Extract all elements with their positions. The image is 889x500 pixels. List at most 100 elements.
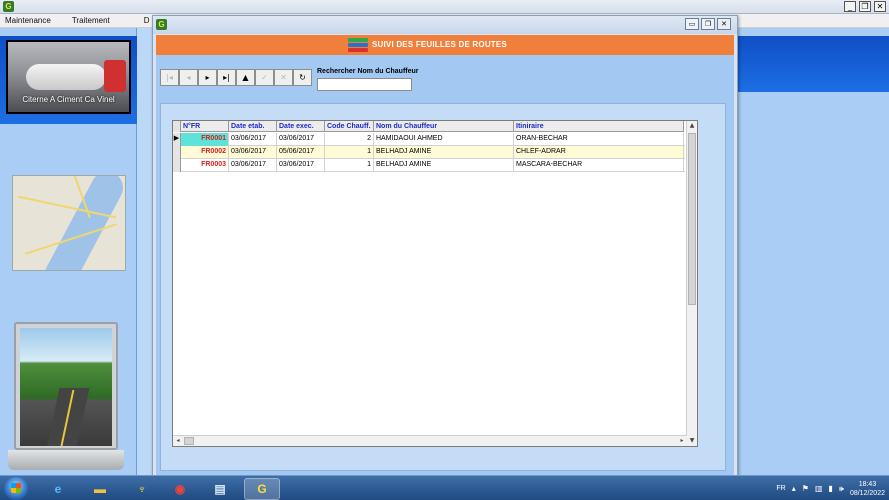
table-cell[interactable]: 1 xyxy=(325,159,374,172)
restore-icon[interactable]: ❐ xyxy=(859,1,871,12)
close-icon[interactable]: ✕ xyxy=(717,18,731,30)
cancel-record-icon[interactable]: ✕ xyxy=(274,69,293,86)
search-label: Rechercher Nom du Chauffeur xyxy=(317,68,419,75)
table-cell[interactable]: CHLEF-ADRAR xyxy=(514,146,684,159)
language-indicator[interactable]: FR xyxy=(776,485,785,492)
column-header[interactable]: Itiniraire xyxy=(514,121,684,132)
tanker-body xyxy=(26,64,106,90)
network-icon[interactable]: ▥ xyxy=(815,484,823,493)
app-title-bar: G _ ❐ ✕ xyxy=(0,0,889,14)
search-driver-input[interactable] xyxy=(317,78,412,91)
form-client-area: SUIVI DES FEUILLES DE ROUTES |◂ ◂ ▸ ▸| ▲ ✓ ✕ ↻ … xyxy=(156,35,734,475)
form-title: SUIVI DES FEUILLES DE ROUTES xyxy=(372,40,507,49)
vertical-scroll-thumb[interactable] xyxy=(688,133,696,305)
table-cell[interactable]: ORAN-BECHAR xyxy=(514,133,684,146)
internet-explorer-icon[interactable]: e xyxy=(40,478,76,500)
table-row[interactable]: FR0002 03/06/2017 05/06/2017 1 BELHADJ AMINE… xyxy=(173,146,685,159)
table-cell[interactable]: BELHADJ AMINE xyxy=(374,146,514,159)
table-cell[interactable]: 03/06/2017 xyxy=(277,133,325,146)
row-indicator[interactable]: ▶ xyxy=(173,133,181,146)
app-logo-icon: G xyxy=(3,1,14,12)
table-cell[interactable]: BELHADJ AMINE xyxy=(374,159,514,172)
table-cell[interactable]: MASCARA-BECHAR xyxy=(514,159,684,172)
first-record-icon[interactable]: |◂ xyxy=(160,69,179,86)
child-window-title-bar: G ▭ ❐ ✕ xyxy=(153,16,737,34)
books-icon xyxy=(348,38,368,52)
column-header[interactable]: Code Chauff. xyxy=(325,121,374,132)
windows-logo-icon xyxy=(11,483,21,493)
horizontal-scroll-thumb[interactable] xyxy=(184,437,194,445)
column-header[interactable]: N°FR xyxy=(181,121,229,132)
next-record-icon[interactable]: ▸ xyxy=(198,69,217,86)
table-cell[interactable]: 2 xyxy=(325,133,374,146)
minimize-icon[interactable]: ▭ xyxy=(685,18,699,30)
clock-time: 18:43 xyxy=(858,480,877,488)
menu-item-maintenance[interactable]: Maintenance xyxy=(0,14,56,28)
column-header[interactable]: Date exec. xyxy=(277,121,325,132)
running-app-icon[interactable]: G xyxy=(244,478,280,500)
scroll-left-icon[interactable]: ◂ xyxy=(173,436,183,446)
table-cell[interactable]: 03/06/2017 xyxy=(229,146,277,159)
file-explorer-icon[interactable]: ▬ xyxy=(82,478,118,500)
table-cell[interactable]: FR0003 xyxy=(181,159,229,172)
right-banner xyxy=(737,36,889,92)
table-cell[interactable]: FR0001 xyxy=(181,133,229,146)
close-icon[interactable]: ✕ xyxy=(874,1,886,12)
horizontal-scrollbar[interactable]: ◂ ▸ xyxy=(173,435,687,446)
row-indicator[interactable] xyxy=(173,146,181,159)
volume-icon[interactable]: 🕪 xyxy=(839,484,844,494)
grid-body: ▶ FR0001 03/06/2017 03/06/2017 2 HAMIDAOUI AH… xyxy=(173,133,685,172)
clock-date: 08/12/2022 xyxy=(849,489,885,497)
start-button[interactable] xyxy=(4,477,28,500)
menu-item-traitement[interactable]: Traitement xyxy=(67,14,115,28)
map-thumbnail xyxy=(12,175,126,271)
refresh-icon[interactable]: ↻ xyxy=(293,69,312,86)
chrome-icon[interactable]: ◉ xyxy=(162,478,198,500)
network-app-icon[interactable]: ▤ xyxy=(202,478,238,500)
restore-icon[interactable]: ❐ xyxy=(701,18,715,30)
minimize-icon[interactable]: _ xyxy=(844,1,856,12)
last-record-icon[interactable]: ▸| xyxy=(217,69,236,86)
scroll-down-icon[interactable]: ▼ xyxy=(687,436,697,446)
app-window-controls: _ ❐ ✕ xyxy=(844,1,886,12)
middle-panel xyxy=(137,28,152,475)
grid-header: N°FR Date etab. Date exec. Code Chauff. Nom … xyxy=(173,121,684,132)
child-window-icon: G xyxy=(156,19,167,30)
road-landscape-image xyxy=(20,328,112,446)
table-row[interactable]: FR0003 03/06/2017 03/06/2017 1 BELHADJ AMINE… xyxy=(173,159,685,172)
scroll-right-icon[interactable]: ▸ xyxy=(677,436,687,446)
table-cell[interactable]: 03/06/2017 xyxy=(229,159,277,172)
clock[interactable]: 18:43 08/12/2022 xyxy=(850,480,885,498)
table-cell[interactable]: 05/06/2017 xyxy=(277,146,325,159)
navigation-toolbar: |◂ ◂ ▸ ▸| ▲ ✓ ✕ ↻ xyxy=(160,69,312,86)
truck-photo: Citerne A Ciment Ca Vinel xyxy=(6,40,131,114)
routes-grid[interactable]: N°FR Date etab. Date exec. Code Chauff. Nom … xyxy=(172,120,698,447)
table-cell[interactable]: 03/06/2017 xyxy=(277,159,325,172)
truck-cab xyxy=(104,60,126,92)
signal-icon[interactable]: ▮ xyxy=(829,484,833,493)
column-header[interactable]: Nom du Chauffeur xyxy=(374,121,514,132)
vertical-scrollbar[interactable]: ▲ ▼ xyxy=(686,121,697,446)
scroll-up-icon[interactable]: ▲ xyxy=(687,121,697,131)
prev-record-icon[interactable]: ◂ xyxy=(179,69,198,86)
save-record-icon[interactable]: ✓ xyxy=(255,69,274,86)
grid-frame: N°FR Date etab. Date exec. Code Chauff. Nom … xyxy=(160,103,726,471)
action-center-flag-icon[interactable]: ⚑ xyxy=(802,484,809,493)
table-cell[interactable]: 1 xyxy=(325,146,374,159)
table-cell[interactable]: HAMIDAOUI AHMED xyxy=(374,133,514,146)
truck-photo-caption: Citerne A Ciment Ca Vinel xyxy=(22,95,115,104)
column-header[interactable]: Date etab. xyxy=(229,121,277,132)
laptop-base xyxy=(8,450,124,470)
add-record-icon[interactable]: ▲ xyxy=(236,69,255,86)
system-tray: FR ▴ ⚑ ▥ ▮ 🕪 18:43 08/12/2022 xyxy=(776,476,889,500)
table-cell[interactable]: FR0002 xyxy=(181,146,229,159)
taskbar: e ▬ ♆ ◉ ▤ G FR ▴ ⚑ ▥ ▮ 🕪 18:43 08/12/202… xyxy=(0,475,889,500)
feuilles-routes-window: G ▭ ❐ ✕ SUIVI DES FEUILLES DE ROUTES |◂ ◂… xyxy=(152,15,738,477)
row-indicator[interactable] xyxy=(173,159,181,172)
app-shortcut-icon[interactable]: ♆ xyxy=(124,478,160,500)
table-cell[interactable]: 03/06/2017 xyxy=(229,133,277,146)
laptop-illustration xyxy=(8,322,124,472)
show-hidden-icons-icon[interactable]: ▴ xyxy=(792,484,796,493)
table-row[interactable]: ▶ FR0001 03/06/2017 03/06/2017 2 HAMIDAOUI AH… xyxy=(173,133,685,146)
child-window-controls: ▭ ❐ ✕ xyxy=(685,18,731,30)
